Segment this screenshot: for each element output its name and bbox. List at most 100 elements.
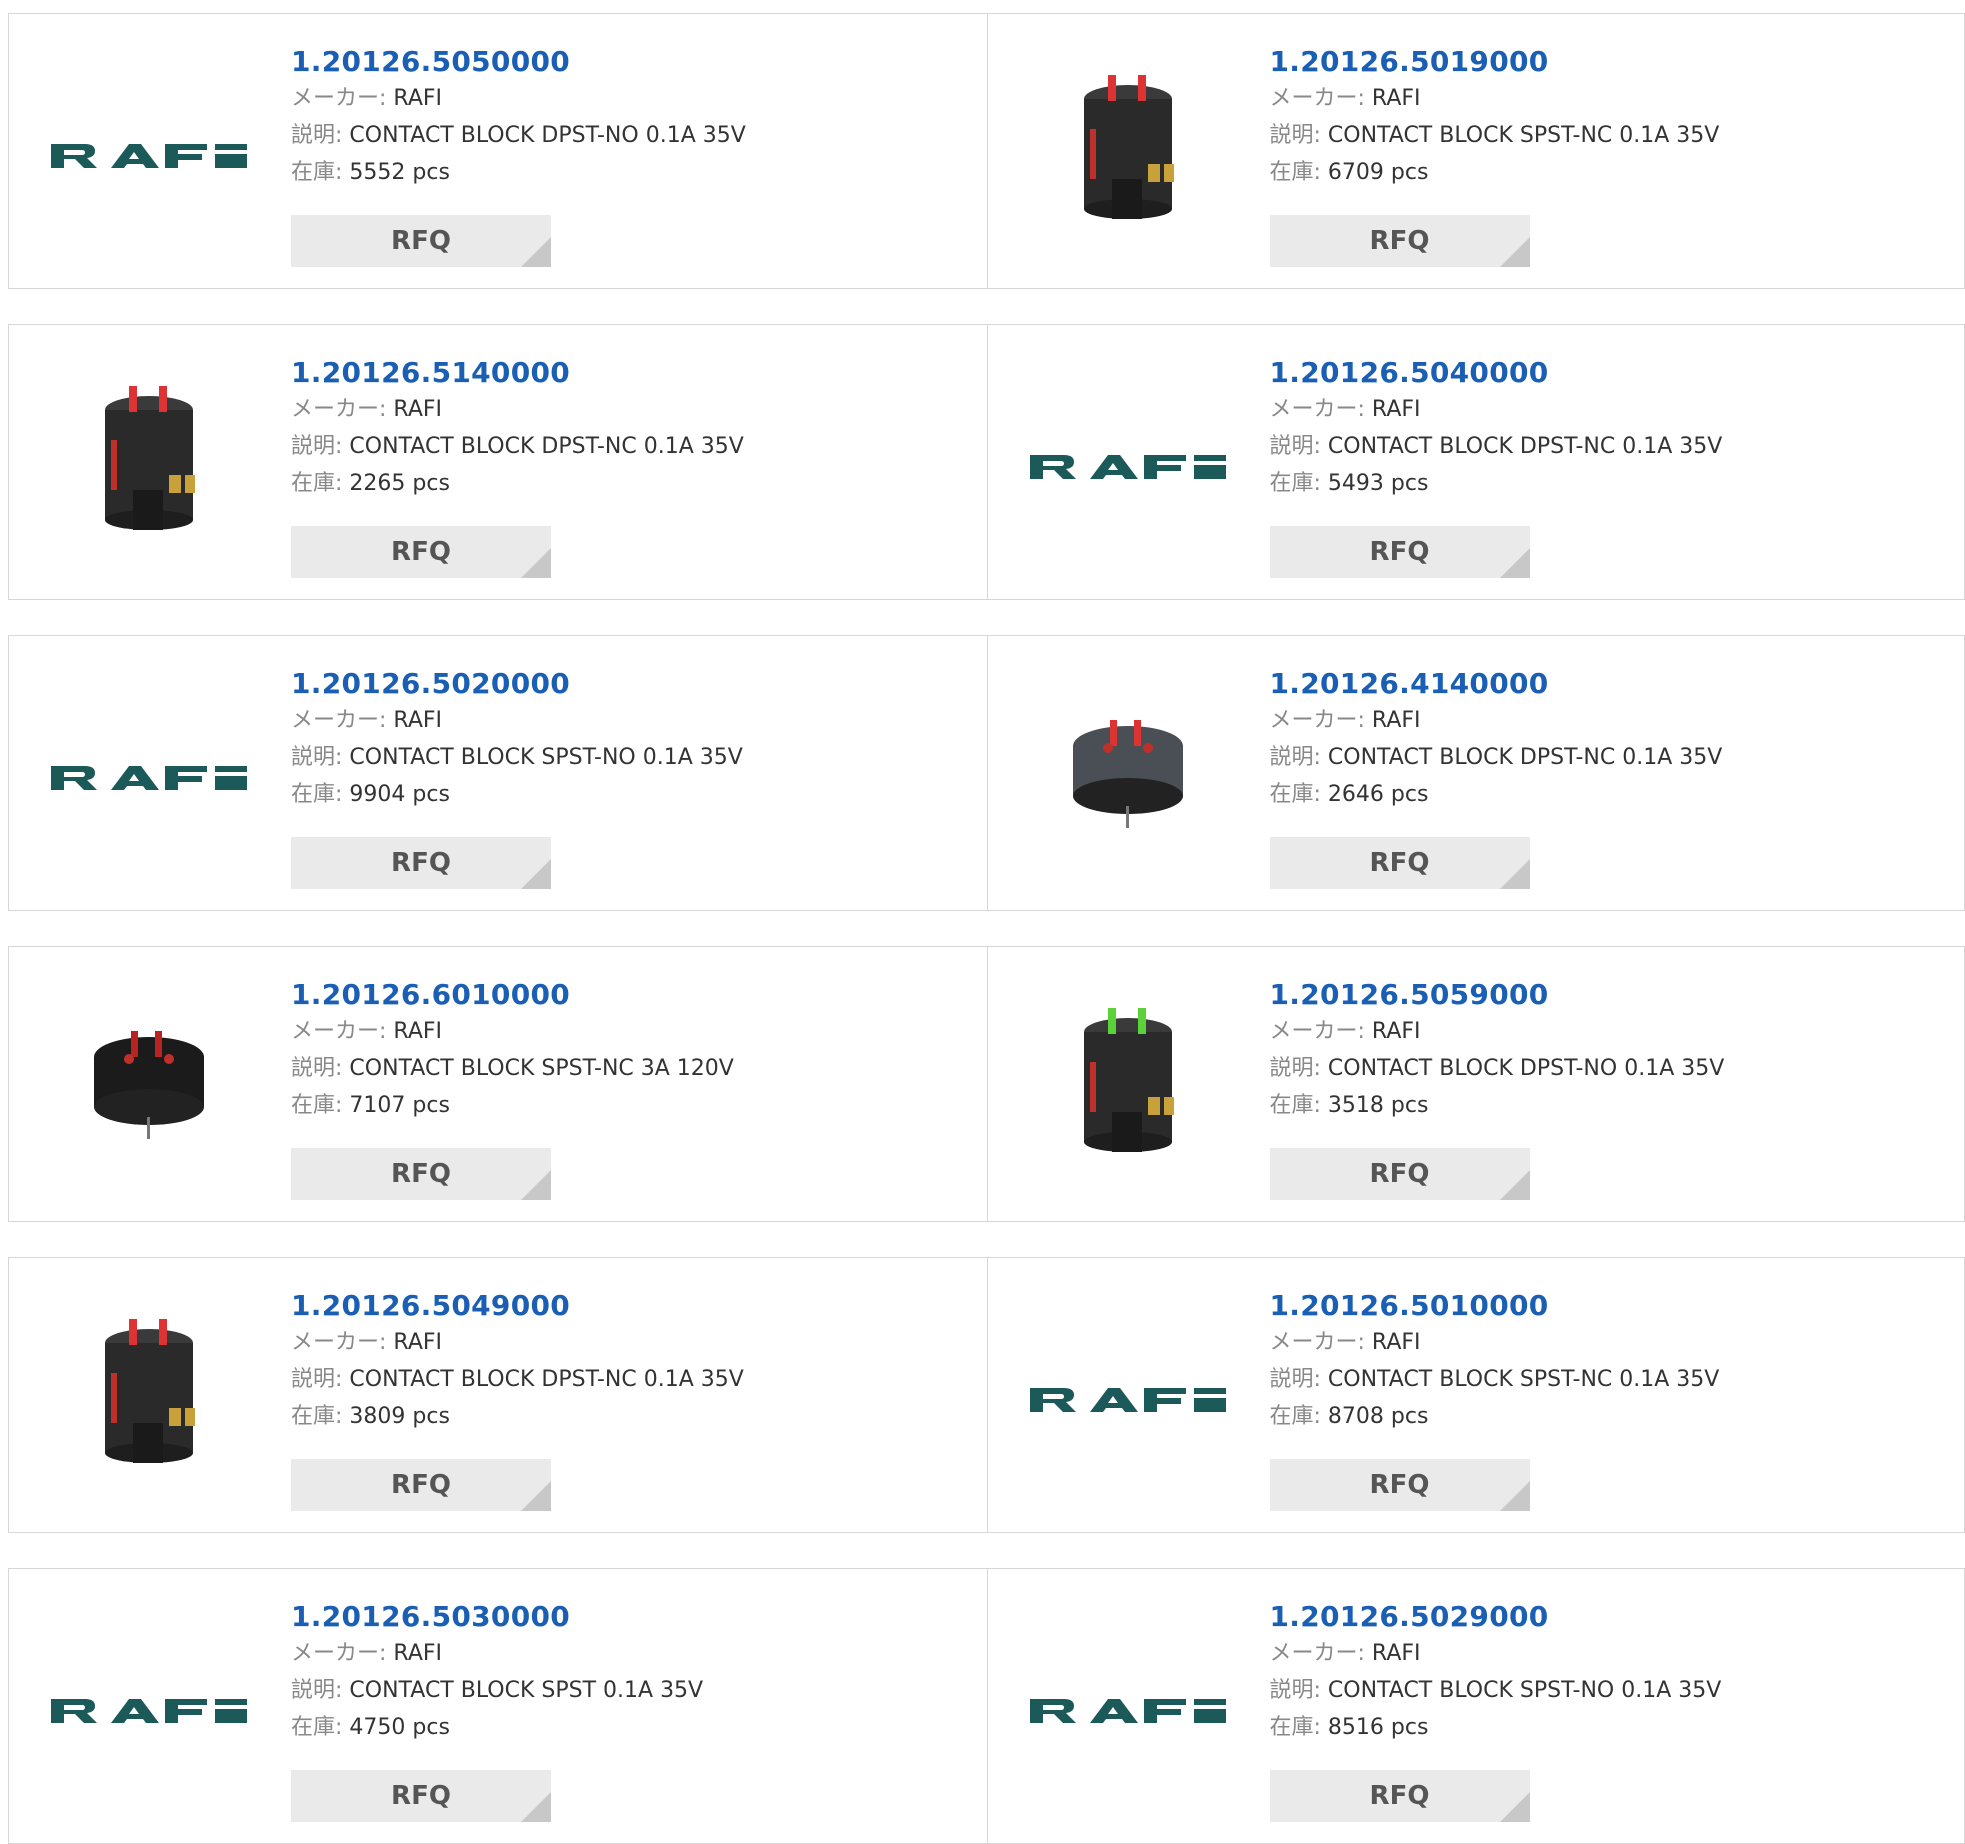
rfq-button[interactable]: RFQ: [291, 1770, 551, 1822]
maker-label: メーカー:: [1270, 1019, 1365, 1044]
product-image[interactable]: [1028, 676, 1228, 876]
product-card: 1.20126.5019000 メーカー: RAFI 説明: CONTACT B…: [988, 13, 1965, 289]
corner-triangle-icon: [521, 1792, 551, 1822]
rfq-button-label: RFQ: [1370, 848, 1430, 878]
maker-value: RAFI: [393, 1641, 442, 1666]
stock-label: 在庫:: [291, 160, 342, 185]
description-value: CONTACT BLOCK SPST-NC 0.1A 35V: [1328, 1367, 1719, 1392]
maker-label: メーカー:: [1270, 397, 1365, 422]
product-card: 1.20126.5049000 メーカー: RAFI 説明: CONTACT B…: [8, 1257, 988, 1533]
rfq-button[interactable]: RFQ: [291, 1148, 551, 1200]
description-value: CONTACT BLOCK SPST-NO 0.1A 35V: [1328, 1678, 1721, 1703]
stock-line: 在庫: 2265 pcs: [291, 465, 744, 502]
rfq-button-label: RFQ: [1370, 226, 1430, 256]
product-image[interactable]: [49, 987, 249, 1187]
contact-block-icon: [79, 1017, 219, 1157]
rfq-button[interactable]: RFQ: [291, 837, 551, 889]
rfq-button[interactable]: RFQ: [1270, 837, 1530, 889]
product-info: 1.20126.6010000 メーカー: RAFI 説明: CONTACT B…: [291, 977, 734, 1124]
maker-label: メーカー:: [291, 1641, 386, 1666]
description-value: CONTACT BLOCK SPST 0.1A 35V: [349, 1678, 703, 1703]
corner-triangle-icon: [1500, 859, 1530, 889]
rfq-button-label: RFQ: [1370, 1159, 1430, 1189]
product-image[interactable]: [49, 676, 249, 876]
description-line: 説明: CONTACT BLOCK SPST-NO 0.1A 35V: [1270, 1672, 1722, 1709]
product-image[interactable]: [49, 54, 249, 254]
rfq-button[interactable]: RFQ: [291, 215, 551, 267]
maker-label: メーカー:: [291, 86, 386, 111]
part-number-link[interactable]: 1.20126.5050000: [291, 44, 746, 80]
description-line: 説明: CONTACT BLOCK SPST-NC 0.1A 35V: [1270, 1361, 1720, 1398]
corner-triangle-icon: [1500, 1170, 1530, 1200]
maker-line: メーカー: RAFI: [1270, 1013, 1725, 1050]
description-line: 説明: CONTACT BLOCK SPST 0.1A 35V: [291, 1672, 703, 1709]
rfq-button[interactable]: RFQ: [1270, 1459, 1530, 1511]
product-image[interactable]: [1028, 987, 1228, 1187]
product-image[interactable]: [49, 1609, 249, 1809]
rfq-button[interactable]: RFQ: [1270, 526, 1530, 578]
part-number-link[interactable]: 1.20126.5019000: [1270, 44, 1720, 80]
description-line: 説明: CONTACT BLOCK DPST-NC 0.1A 35V: [291, 1361, 744, 1398]
corner-triangle-icon: [1500, 1481, 1530, 1511]
part-number-link[interactable]: 1.20126.5049000: [291, 1288, 744, 1324]
maker-value: RAFI: [1372, 86, 1421, 111]
product-image[interactable]: [49, 365, 249, 565]
stock-line: 在庫: 4750 pcs: [291, 1709, 703, 1746]
stock-label: 在庫:: [291, 1715, 342, 1740]
part-number-link[interactable]: 1.20126.6010000: [291, 977, 734, 1013]
rfq-button[interactable]: RFQ: [1270, 1770, 1530, 1822]
stock-label: 在庫:: [291, 1093, 342, 1118]
part-number-link[interactable]: 1.20126.5140000: [291, 355, 744, 391]
maker-label: メーカー:: [291, 397, 386, 422]
product-image[interactable]: [1028, 54, 1228, 254]
rfq-button[interactable]: RFQ: [1270, 215, 1530, 267]
part-number-link[interactable]: 1.20126.5030000: [291, 1599, 703, 1635]
rfq-button[interactable]: RFQ: [1270, 1148, 1530, 1200]
product-info: 1.20126.5050000 メーカー: RAFI 説明: CONTACT B…: [291, 44, 746, 191]
product-image[interactable]: [1028, 365, 1228, 565]
stock-line: 在庫: 3809 pcs: [291, 1398, 744, 1435]
description-label: 説明:: [1270, 745, 1321, 770]
description-label: 説明:: [291, 1678, 342, 1703]
corner-triangle-icon: [521, 548, 551, 578]
stock-line: 在庫: 5493 pcs: [1270, 465, 1723, 502]
corner-triangle-icon: [521, 1481, 551, 1511]
part-number-link[interactable]: 1.20126.5020000: [291, 666, 743, 702]
maker-line: メーカー: RAFI: [1270, 80, 1720, 117]
product-card: 1.20126.5030000 メーカー: RAFI 説明: CONTACT B…: [8, 1568, 988, 1844]
description-label: 説明:: [1270, 1367, 1321, 1392]
part-number-link[interactable]: 1.20126.5029000: [1270, 1599, 1722, 1635]
part-number-link[interactable]: 1.20126.4140000: [1270, 666, 1723, 702]
description-value: CONTACT BLOCK DPST-NC 0.1A 35V: [349, 434, 743, 459]
part-number-link[interactable]: 1.20126.5059000: [1270, 977, 1725, 1013]
corner-triangle-icon: [1500, 1792, 1530, 1822]
stock-line: 在庫: 6709 pcs: [1270, 154, 1720, 191]
stock-value: 6709 pcs: [1328, 160, 1429, 185]
product-info: 1.20126.5019000 メーカー: RAFI 説明: CONTACT B…: [1270, 44, 1720, 191]
product-card: 1.20126.5059000 メーカー: RAFI 説明: CONTACT B…: [988, 946, 1965, 1222]
product-image[interactable]: [49, 1298, 249, 1498]
description-value: CONTACT BLOCK SPST-NC 3A 120V: [349, 1056, 733, 1081]
rfq-button[interactable]: RFQ: [291, 526, 551, 578]
part-number-link[interactable]: 1.20126.5040000: [1270, 355, 1723, 391]
part-number-link[interactable]: 1.20126.5010000: [1270, 1288, 1720, 1324]
rfq-button[interactable]: RFQ: [291, 1459, 551, 1511]
description-label: 説明:: [291, 1056, 342, 1081]
maker-line: メーカー: RAFI: [291, 80, 746, 117]
product-image[interactable]: [1028, 1298, 1228, 1498]
stock-line: 在庫: 7107 pcs: [291, 1087, 734, 1124]
description-value: CONTACT BLOCK DPST-NC 0.1A 35V: [1328, 745, 1722, 770]
maker-line: メーカー: RAFI: [291, 702, 743, 739]
stock-label: 在庫:: [291, 782, 342, 807]
product-card: 1.20126.5040000 メーカー: RAFI 説明: CONTACT B…: [988, 324, 1965, 600]
maker-line: メーカー: RAFI: [291, 1324, 744, 1361]
corner-triangle-icon: [1500, 237, 1530, 267]
corner-triangle-icon: [521, 1170, 551, 1200]
rafi-logo-icon: [49, 134, 249, 174]
product-image[interactable]: [1028, 1609, 1228, 1809]
maker-value: RAFI: [393, 1019, 442, 1044]
description-line: 説明: CONTACT BLOCK DPST-NO 0.1A 35V: [291, 117, 746, 154]
stock-line: 在庫: 8708 pcs: [1270, 1398, 1720, 1435]
stock-value: 3518 pcs: [1328, 1093, 1429, 1118]
product-row: 1.20126.5020000 メーカー: RAFI 説明: CONTACT B…: [8, 635, 1965, 911]
